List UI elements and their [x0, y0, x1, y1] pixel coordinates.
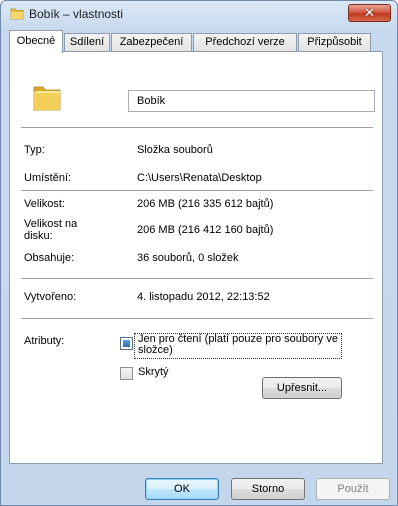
apply-button[interactable]: Použít [316, 478, 390, 500]
contains-value: 36 souborů, 0 složek [137, 252, 239, 264]
close-button[interactable]: ✕ [348, 4, 391, 22]
properties-window: Bobík – vlastnosti ✕ Obecné Sdílení Zabe… [0, 0, 398, 506]
separator [21, 318, 373, 319]
hidden-label[interactable]: Skrytý [138, 366, 169, 378]
size-label: Velikost: [24, 198, 65, 210]
title-bar[interactable]: Bobík – vlastnosti ✕ [1, 1, 397, 27]
size-on-disk-label: Velikost na disku: [24, 218, 78, 242]
tab-previous-versions[interactable]: Předchozí verze [193, 33, 297, 51]
dialog-buttons: OK Storno Použít [1, 466, 397, 506]
tab-security[interactable]: Zabezpečení [111, 33, 192, 51]
type-label: Typ: [24, 144, 45, 156]
type-value: Složka souborů [137, 144, 213, 156]
size-on-disk-value: 206 MB (216 412 160 bajtů) [137, 224, 274, 236]
ok-button[interactable]: OK [145, 478, 219, 500]
readonly-label[interactable]: Jen pro čtení (platí pouze pro soubory v… [138, 334, 344, 356]
created-value: 4. listopadu 2012, 22:13:52 [137, 291, 270, 303]
tab-general[interactable]: Obecné [9, 30, 63, 53]
contains-label: Obsahuje: [24, 252, 75, 264]
folder-name-input[interactable]: Bobík [128, 90, 375, 112]
readonly-checkbox[interactable] [120, 337, 133, 350]
window-title: Bobík – vlastnosti [29, 7, 124, 21]
folder-icon [10, 8, 24, 20]
hidden-checkbox[interactable] [120, 367, 133, 380]
separator [21, 190, 373, 191]
close-icon: ✕ [364, 5, 375, 21]
tab-sharing[interactable]: Sdílení [64, 33, 110, 51]
size-value: 206 MB (216 335 612 bajtů) [137, 198, 274, 210]
separator [21, 127, 373, 128]
attributes-label: Atributy: [24, 335, 65, 347]
folder-icon [33, 86, 61, 111]
location-value: C:\Users\Renata\Desktop [137, 172, 262, 184]
location-label: Umístění: [24, 172, 72, 184]
tab-customize[interactable]: Přizpůsobit [298, 33, 371, 51]
cancel-button[interactable]: Storno [231, 478, 305, 500]
advanced-button[interactable]: Upřesnit... [262, 377, 342, 399]
separator [21, 278, 373, 279]
created-label: Vytvořeno: [24, 291, 77, 303]
